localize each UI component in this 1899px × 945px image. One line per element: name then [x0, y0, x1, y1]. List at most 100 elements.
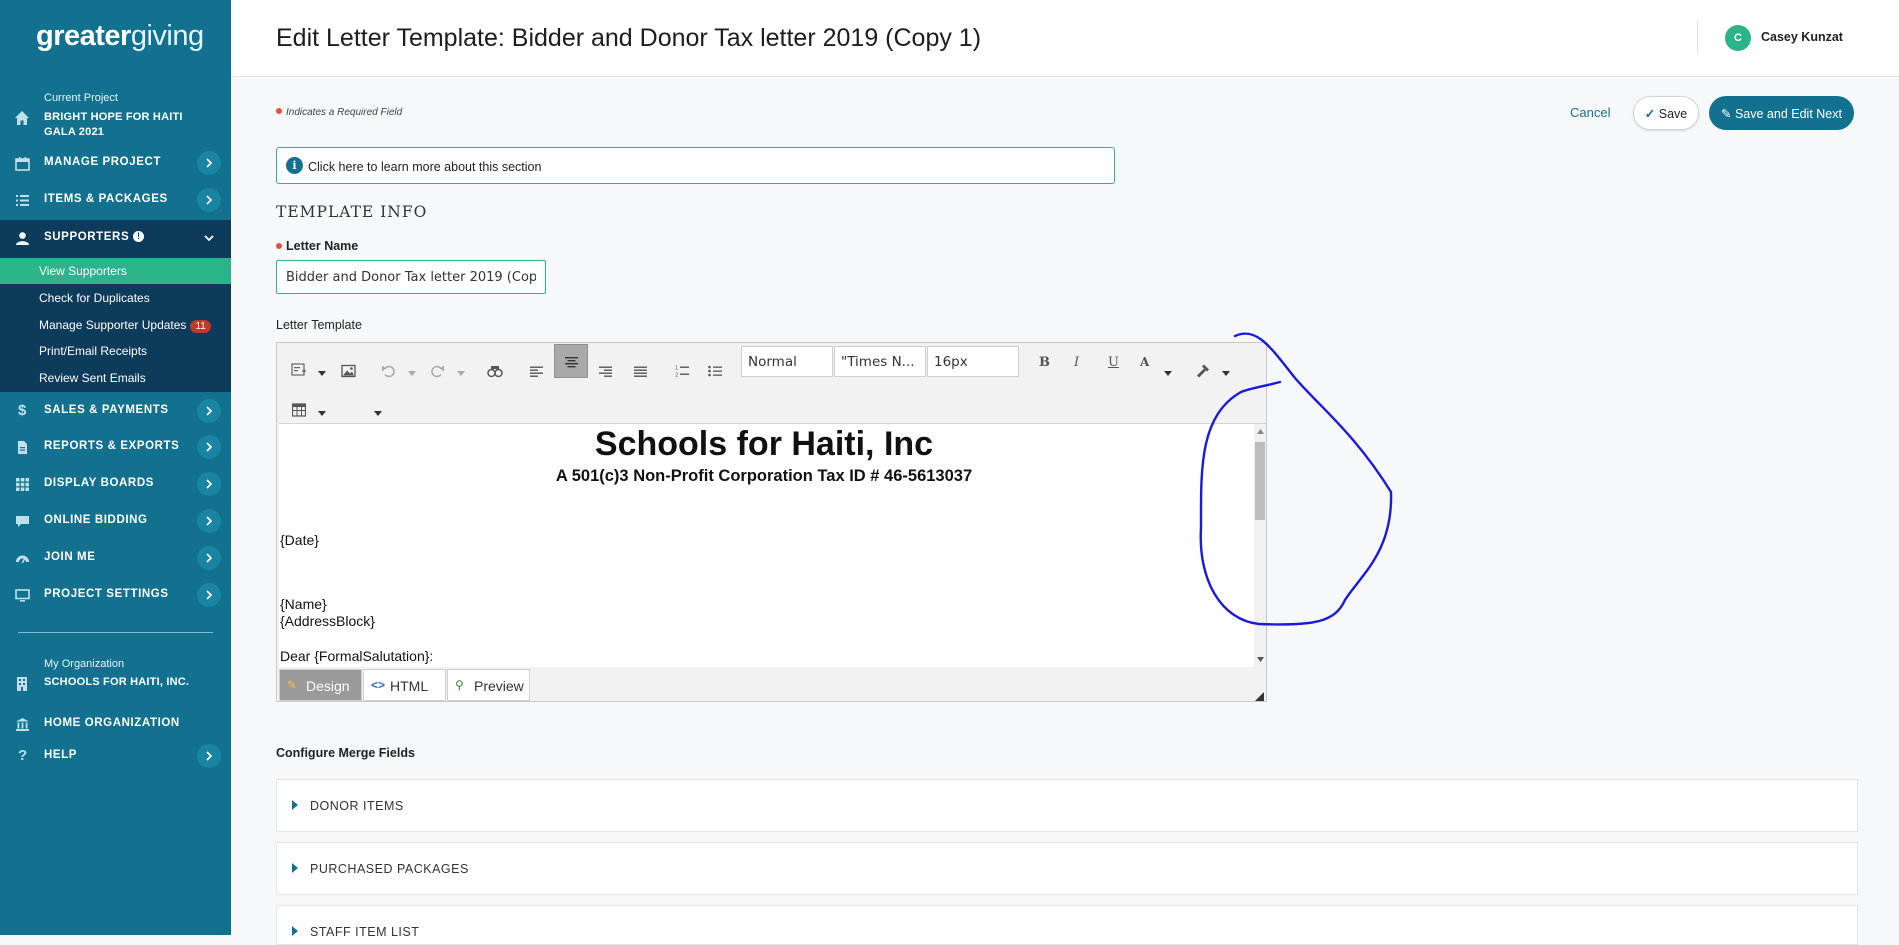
chevron-down-icon[interactable]	[197, 226, 221, 250]
nav-online-bidding[interactable]: ONLINE BIDDING	[0, 503, 231, 539]
header-divider	[1697, 20, 1698, 54]
top-header: Edit Letter Template: Bidder and Donor T…	[231, 0, 1899, 77]
tab-html[interactable]: <> HTML	[363, 669, 446, 701]
edit-icon: ✎	[1721, 106, 1732, 121]
question-icon: ?	[18, 747, 28, 764]
scroll-down-icon[interactable]	[1257, 657, 1264, 662]
tab-design[interactable]: ✎ Design	[279, 669, 362, 701]
subnav-print-receipts[interactable]: Print/Email Receipts	[0, 338, 231, 364]
paragraph-format-select[interactable]: Normal	[741, 346, 833, 377]
undo-icon[interactable]	[381, 356, 396, 386]
font-size-select[interactable]: 16px	[927, 346, 1019, 377]
nav-home-organization[interactable]: HOME ORGANIZATION	[0, 706, 231, 742]
nav-label: HOME ORGANIZATION	[44, 717, 180, 729]
updates-count-badge: 11	[190, 320, 211, 333]
gauge-icon	[16, 555, 29, 564]
chevron-right-icon[interactable]	[197, 399, 221, 423]
rich-text-editor: 12 Normal "Times N... 16px B I U A Schoo…	[276, 342, 1267, 702]
nav-supporters[interactable]: SUPPORTERS!	[0, 220, 231, 258]
bullet-list-icon[interactable]	[708, 356, 722, 386]
chevron-right-icon[interactable]	[197, 583, 221, 607]
project-name: BRIGHT HOPE FOR HAITI GALA 2021	[44, 111, 183, 138]
image-icon[interactable]	[341, 356, 356, 386]
list-icon	[16, 195, 29, 206]
nav-help[interactable]: ? HELP	[0, 738, 231, 774]
bank-icon	[16, 718, 29, 731]
subnav-manage-updates[interactable]: Manage Supporter Updates 11	[0, 312, 231, 338]
chevron-right-icon[interactable]	[197, 546, 221, 570]
current-project[interactable]: Current Project BRIGHT HOPE FOR HAITI GA…	[0, 92, 231, 142]
save-button[interactable]: ✓ Save	[1633, 96, 1699, 130]
bold-button[interactable]: B	[1039, 355, 1050, 370]
subnav-review-emails[interactable]: Review Sent Emails	[0, 365, 231, 391]
nav-items-packages[interactable]: ITEMS & PACKAGES	[0, 182, 231, 218]
nav-project-settings[interactable]: PROJECT SETTINGS	[0, 577, 231, 613]
chevron-right-icon[interactable]	[197, 151, 221, 175]
nav-manage-project[interactable]: MANAGE PROJECT	[0, 145, 231, 181]
accordion-donor-items[interactable]: DONOR ITEMS	[276, 779, 1858, 832]
chevron-right-icon[interactable]	[197, 472, 221, 496]
nav-reports-exports[interactable]: REPORTS & EXPORTS	[0, 429, 231, 465]
greatergiving-logo[interactable]: greatergiving	[36, 20, 204, 53]
nav-display-boards[interactable]: DISPLAY BOARDS	[0, 466, 231, 502]
letter-name-label: Letter Name	[276, 239, 358, 253]
nav-label: SUPPORTERS!	[44, 231, 145, 243]
magnifier-icon: ⚲	[455, 678, 464, 692]
accordion-staff-item-list[interactable]: STAFF ITEM LIST	[276, 905, 1858, 945]
dropdown-arrow-icon[interactable]	[1164, 359, 1172, 389]
redo-icon[interactable]	[430, 356, 445, 386]
letter-name-input[interactable]	[276, 260, 546, 294]
dropdown-arrow-icon[interactable]	[318, 359, 326, 389]
chevron-right-icon[interactable]	[197, 188, 221, 212]
save-and-edit-next-button[interactable]: ✎ Save and Edit Next	[1709, 96, 1854, 130]
subnav-check-duplicates[interactable]: Check for Duplicates	[0, 285, 231, 311]
numbered-list-icon[interactable]: 12	[675, 356, 689, 386]
insert-template-icon[interactable]	[291, 355, 307, 385]
find-replace-icon[interactable]	[487, 356, 503, 386]
caret-right-icon	[292, 863, 298, 873]
table-icon[interactable]	[292, 395, 306, 425]
nav-label: PROJECT SETTINGS	[44, 588, 169, 600]
underline-button[interactable]: U	[1108, 355, 1119, 370]
dropdown-arrow-icon[interactable]	[457, 359, 465, 389]
cancel-button[interactable]: Cancel	[1570, 105, 1610, 120]
font-color-button[interactable]: A	[1140, 355, 1149, 369]
document-title: Schools for Haiti, Inc	[594, 425, 934, 463]
font-family-select[interactable]: "Times N...	[834, 346, 926, 377]
nav-label: HELP	[44, 749, 78, 761]
sidebar: greatergiving Current Project BRIGHT HOP…	[0, 0, 231, 935]
chevron-right-icon[interactable]	[197, 744, 221, 768]
merge-field-name: {Name}	[280, 596, 327, 612]
pencil-icon: ✎	[287, 678, 298, 692]
monitor-icon	[15, 589, 30, 602]
learn-more-bar[interactable]: i Click here to learn more about this se…	[276, 147, 1115, 184]
italic-button[interactable]: I	[1074, 355, 1079, 370]
chevron-right-icon[interactable]	[197, 435, 221, 459]
home-icon	[15, 111, 29, 125]
subnav-view-supporters[interactable]: View Supporters	[0, 258, 231, 284]
code-icon: <>	[371, 678, 386, 692]
svg-text:2: 2	[675, 373, 678, 379]
chevron-right-icon[interactable]	[197, 509, 221, 533]
align-justify-icon[interactable]	[634, 357, 647, 387]
accordion-purchased-packages[interactable]: PURCHASED PACKAGES	[276, 842, 1858, 895]
resize-handle-icon[interactable]	[1255, 692, 1264, 701]
building-icon	[17, 677, 27, 691]
nav-sales-payments[interactable]: $ SALES & PAYMENTS	[0, 393, 231, 429]
grid-icon	[16, 478, 29, 491]
sidebar-divider	[18, 632, 213, 633]
dropdown-arrow-icon[interactable]	[408, 359, 416, 389]
info-icon: i	[286, 157, 303, 174]
nav-join-me[interactable]: JOIN ME	[0, 540, 231, 576]
my-organization[interactable]: My Organization SCHOOLS FOR HAITI, INC.	[0, 658, 231, 706]
editor-content-area[interactable]: Schools for Haiti, Inc A 501(c)3 Non-Pro…	[279, 423, 1266, 667]
align-center-button[interactable]	[554, 344, 588, 378]
align-right-icon[interactable]	[599, 357, 612, 387]
avatar[interactable]: C	[1725, 25, 1751, 51]
user-name[interactable]: Casey Kunzat	[1761, 30, 1843, 44]
nav-label: JOIN ME	[44, 551, 96, 563]
learn-more-text: Click here to learn more about this sect…	[308, 160, 542, 174]
required-note: Indicates a Required Field	[276, 107, 402, 118]
align-left-icon[interactable]	[530, 357, 543, 387]
tab-preview[interactable]: ⚲ Preview	[447, 669, 530, 701]
